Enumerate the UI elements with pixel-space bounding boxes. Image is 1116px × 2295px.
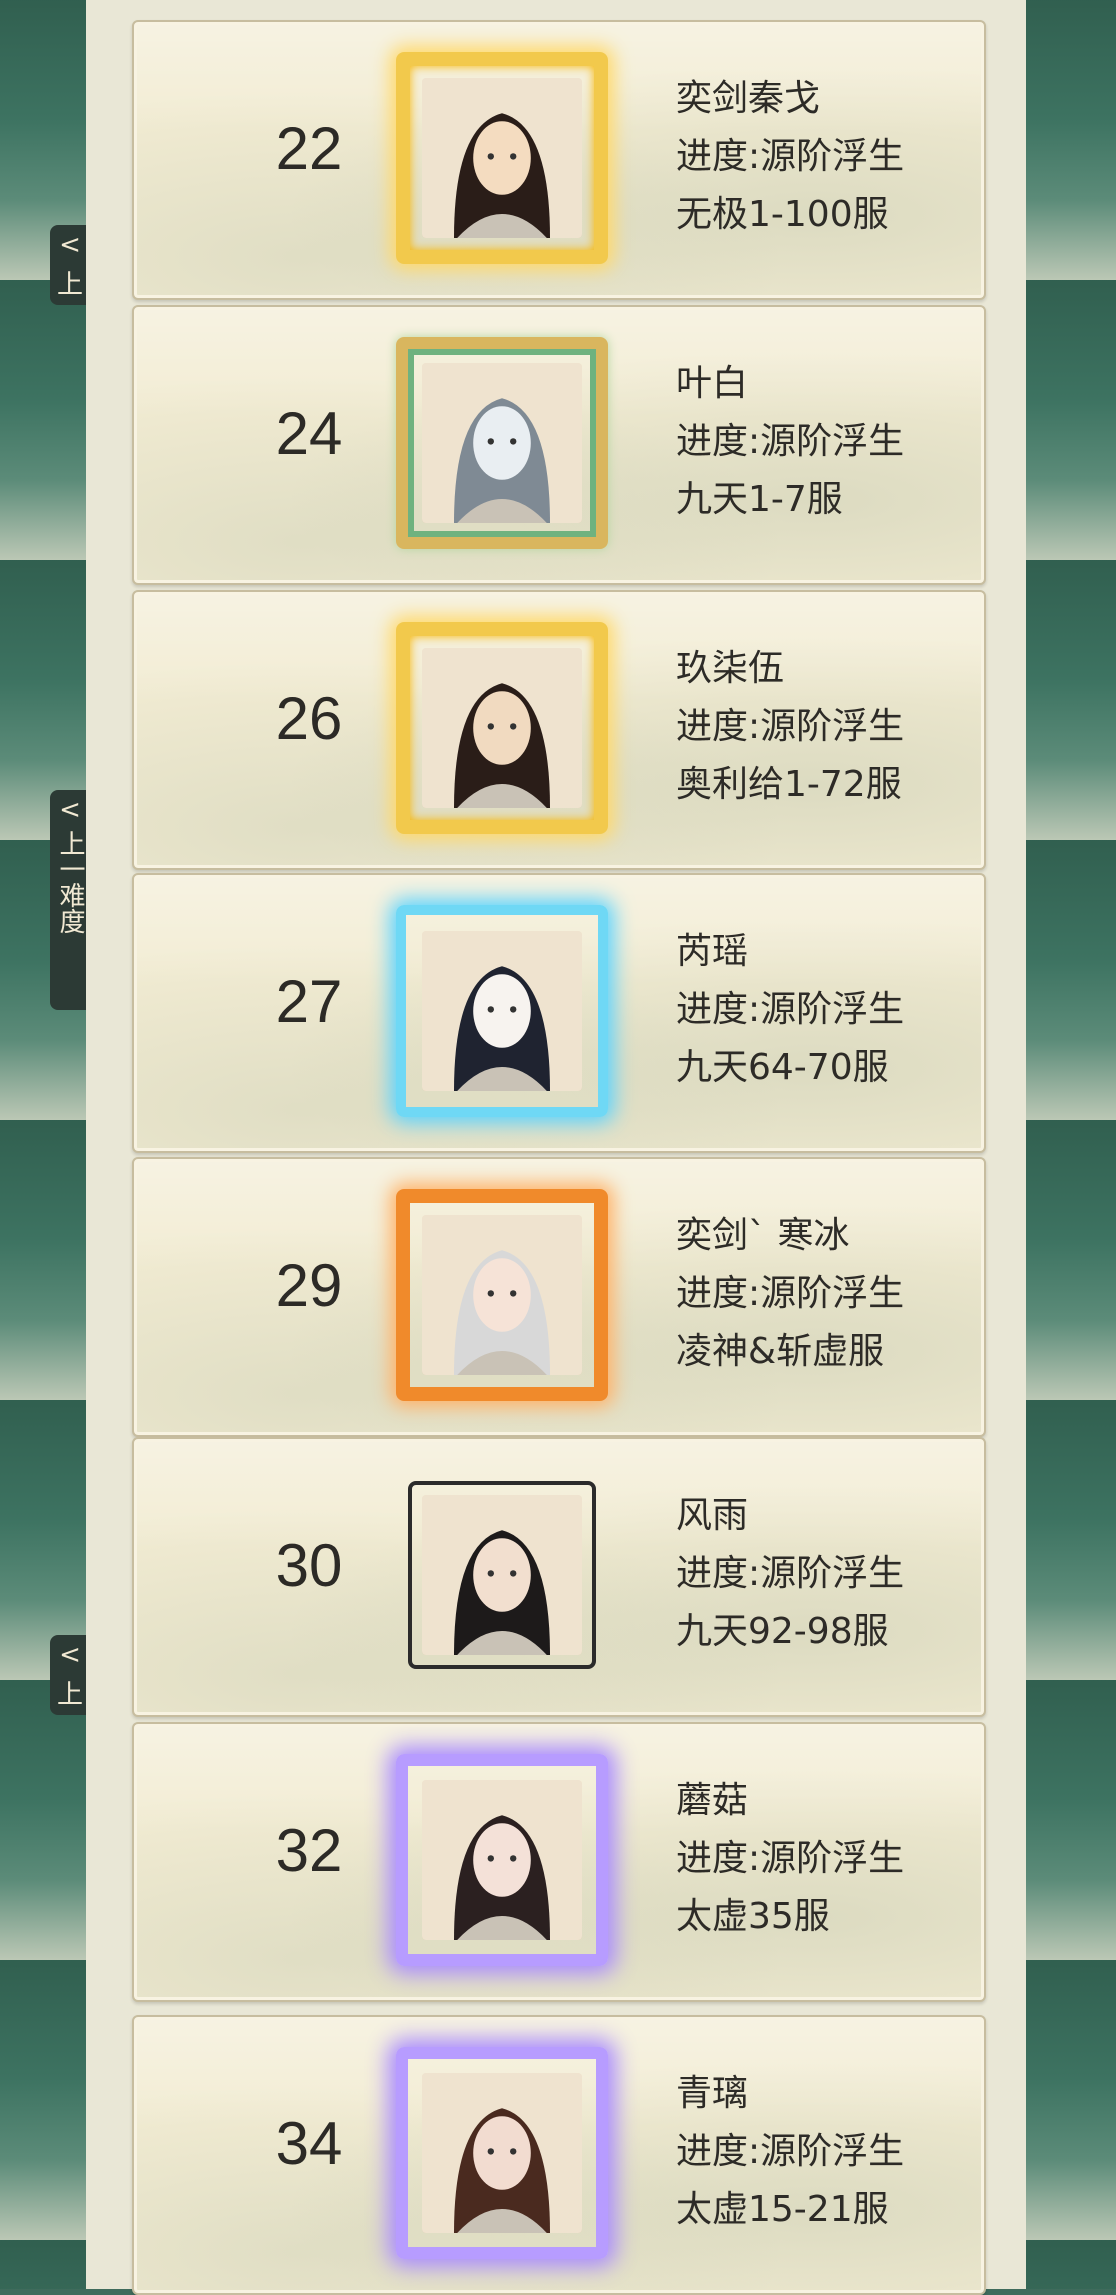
player-name: 叶白 [676, 363, 749, 404]
background-left-scenery [0, 0, 90, 2289]
player-server: 奥利给1-72服 [676, 764, 902, 805]
player-info: 叶白进度:源阶浮生 九天1-7服 [676, 355, 904, 529]
portrait-male-icon [422, 1495, 582, 1655]
avatar[interactable] [396, 1189, 608, 1401]
portrait-male-icon [422, 78, 582, 238]
ranking-entry[interactable]: 24 叶白进度:源阶浮生 九天1-7服 [132, 305, 986, 585]
avatar[interactable] [396, 2047, 608, 2259]
player-server: 凌神&斩虚服 [676, 1331, 885, 1372]
avatar[interactable] [396, 52, 608, 264]
player-progress: 进度:源阶浮生 [676, 989, 905, 1030]
player-progress: 进度:源阶浮生 [676, 2131, 905, 2172]
rank-number: 26 [275, 685, 343, 752]
rank-number: 22 [275, 115, 343, 182]
player-progress: 进度:源阶浮生 [676, 1838, 905, 1879]
player-server: 九天92-98服 [676, 1611, 889, 1652]
ranking-entry[interactable]: 30 风雨进度:源阶浮生 九天92-98服 [132, 1437, 986, 1717]
player-name: 玖柒伍 [676, 648, 785, 689]
player-progress: 进度:源阶浮生 [676, 1553, 905, 1594]
player-progress: 进度:源阶浮生 [676, 706, 905, 747]
avatar[interactable] [396, 337, 608, 549]
avatar[interactable] [396, 1469, 608, 1681]
ranking-entry[interactable]: 22 奕剑秦戈进度:源阶浮生 无极1-100服 [132, 20, 986, 300]
portrait-dragon-mask-icon [422, 363, 582, 523]
rank-number: 29 [275, 1252, 343, 1319]
portrait-female-icon [422, 1780, 582, 1940]
player-name: 芮瑶 [676, 931, 749, 972]
avatar[interactable] [396, 1754, 608, 1966]
rank-number: 27 [275, 968, 343, 1035]
player-server: 无极1-100服 [676, 194, 889, 235]
player-info: 玖柒伍进度:源阶浮生 奥利给1-72服 [676, 640, 904, 814]
prev-difficulty-button[interactable]: < 上一难度 [50, 790, 90, 1010]
portrait-masked-male-icon [422, 648, 582, 808]
rank-number: 32 [275, 1817, 343, 1884]
rank-number: 30 [275, 1532, 343, 1599]
prev-difficulty-button-bottom[interactable]: < 上 [50, 1635, 90, 1715]
player-name: 奕剑秦戈 [676, 78, 821, 119]
player-info: 芮瑶进度:源阶浮生 九天64-70服 [676, 923, 904, 1097]
ranking-entry[interactable]: 34 青璃进度:源阶浮生 太虚15-21服 [132, 2015, 986, 2295]
rank-number: 24 [275, 400, 343, 467]
player-info: 青璃进度:源阶浮生 太虚15-21服 [676, 2065, 904, 2239]
ranking-entry[interactable]: 32 蘑菇进度:源阶浮生 太虚35服 [132, 1722, 986, 2002]
player-server: 太虚35服 [676, 1896, 830, 1937]
ranking-entry[interactable]: 29 奕剑ˋ 寒冰进度:源阶浮生 凌神&斩虚服 [132, 1157, 986, 1437]
player-name: 奕剑ˋ 寒冰 [676, 1215, 850, 1256]
player-name: 青璃 [676, 2073, 749, 2114]
portrait-fox-mask-icon [422, 931, 582, 1091]
avatar[interactable] [396, 622, 608, 834]
player-info: 奕剑秦戈进度:源阶浮生 无极1-100服 [676, 70, 904, 244]
player-name: 蘑菇 [676, 1780, 749, 1821]
player-name: 风雨 [676, 1495, 749, 1536]
ranking-list-panel[interactable]: 22 奕剑秦戈 进度:源阶浮生 无极1-100服 24 叶白 进度:源阶浮生 九天1-7服 26… [86, 0, 1026, 2295]
player-progress: 进度:源阶浮生 [676, 136, 905, 177]
player-info: 风雨进度:源阶浮生 九天92-98服 [676, 1487, 904, 1661]
portrait-female-icon [422, 1215, 582, 1375]
player-server: 九天64-70服 [676, 1047, 889, 1088]
prev-difficulty-button-top[interactable]: < 上 [50, 225, 90, 305]
player-server: 九天1-7服 [676, 479, 843, 520]
player-info: 奕剑ˋ 寒冰进度:源阶浮生 凌神&斩虚服 [676, 1207, 904, 1381]
avatar[interactable] [396, 905, 608, 1117]
ranking-entry[interactable]: 26 玖柒伍进度:源阶浮生 奥利给1-72服 [132, 590, 986, 870]
player-progress: 进度:源阶浮生 [676, 421, 905, 462]
rank-number: 34 [275, 2110, 343, 2177]
player-progress: 进度:源阶浮生 [676, 1273, 905, 1314]
portrait-female-icon [422, 2073, 582, 2233]
player-info: 蘑菇进度:源阶浮生 太虚35服 [676, 1772, 904, 1946]
ranking-entry[interactable]: 27 芮瑶进度:源阶浮生 九天64-70服 [132, 873, 986, 1153]
player-server: 太虚15-21服 [676, 2189, 889, 2230]
